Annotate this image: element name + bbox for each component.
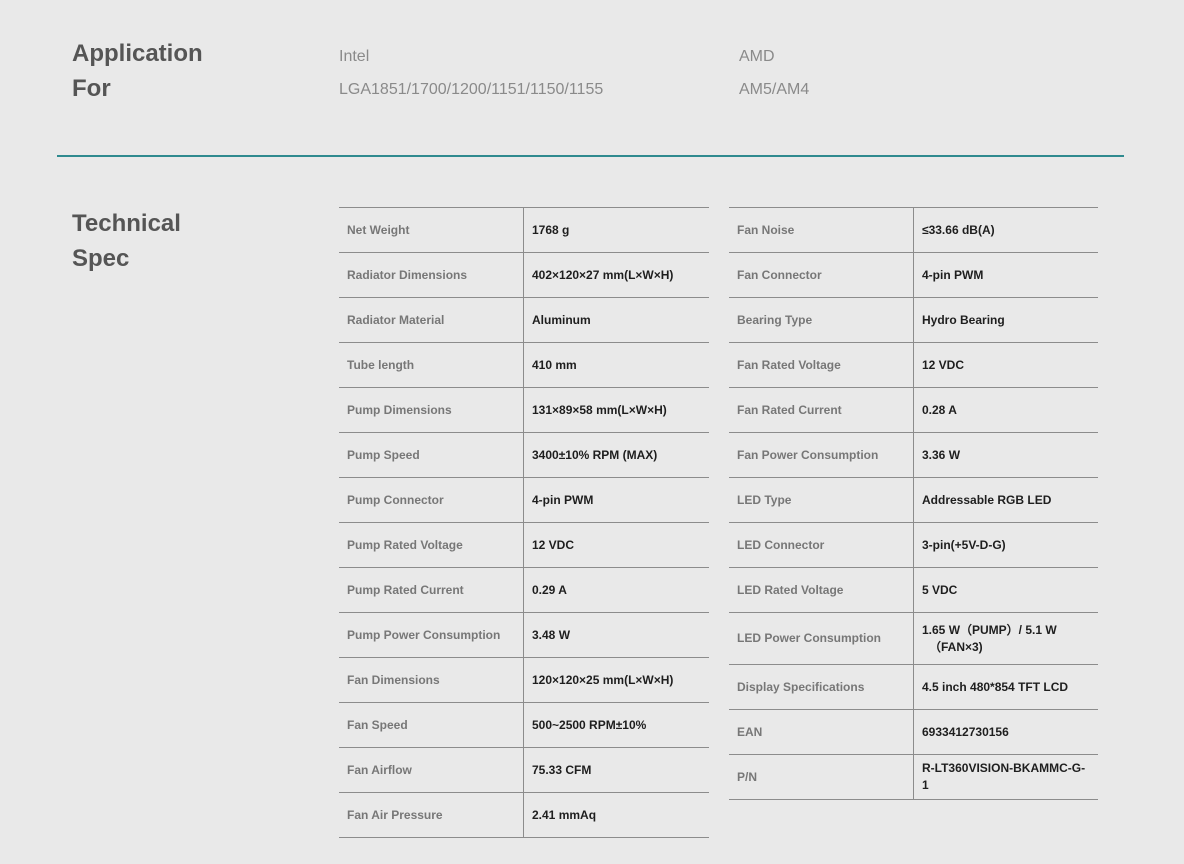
spec-value: Aluminum <box>532 312 591 327</box>
technical-title-line2: Spec <box>72 245 130 272</box>
intel-compatibility: Intel LGA1851/1700/1200/1151/1150/1155 <box>339 45 603 102</box>
spec-row: Bearing Type Hydro Bearing <box>729 297 1098 343</box>
spec-value: Addressable RGB LED <box>922 492 1052 507</box>
spec-label: Fan Power Consumption <box>729 432 914 478</box>
spec-label: Pump Connector <box>339 477 524 523</box>
spec-label: EAN <box>729 709 914 755</box>
spec-value: 0.28 A <box>922 402 957 417</box>
spec-label: Pump Power Consumption <box>339 612 524 658</box>
spec-value: 75.33 CFM <box>532 762 592 777</box>
spec-row: Fan Power Consumption 3.36 W <box>729 432 1098 478</box>
spec-row: EAN 6933412730156 <box>729 709 1098 755</box>
amd-compatibility: AMD AM5/AM4 <box>739 45 809 102</box>
spec-value: 4-pin PWM <box>922 267 984 282</box>
spec-value: 2.41 mmAq <box>532 807 597 822</box>
section-divider <box>57 155 1124 157</box>
spec-label: LED Power Consumption <box>729 612 914 665</box>
spec-label: Radiator Material <box>339 297 524 343</box>
spec-value: 3.36 W <box>922 447 961 462</box>
application-title-line2: For <box>72 75 111 102</box>
spec-value: 1768 g <box>532 222 570 237</box>
spec-label: Tube length <box>339 342 524 388</box>
spec-label: Fan Speed <box>339 702 524 748</box>
intel-label: Intel <box>339 48 370 65</box>
spec-label: Fan Airflow <box>339 747 524 793</box>
spec-value-line1: 1.65 W（PUMP）/ 5.1 W <box>922 622 1057 637</box>
spec-value: 3-pin(+5V-D-G) <box>922 537 1006 552</box>
spec-value: 3400±10% RPM (MAX) <box>532 447 658 462</box>
spec-value: 4.5 inch 480*854 TFT LCD <box>922 679 1069 694</box>
spec-label: Fan Air Pressure <box>339 792 524 838</box>
spec-value: 0.29 A <box>532 582 567 597</box>
spec-value: ≤33.66 dB(A) <box>922 222 995 237</box>
spec-row: Pump Rated Voltage 12 VDC <box>339 522 709 568</box>
spec-value: 410 mm <box>532 357 577 372</box>
spec-label: P/N <box>729 754 914 800</box>
amd-sockets: AM5/AM4 <box>739 81 810 98</box>
spec-row: Radiator Dimensions 402×120×27 mm(L×W×H) <box>339 252 709 298</box>
spec-row: Fan Speed 500~2500 RPM±10% <box>339 702 709 748</box>
spec-label: Pump Speed <box>339 432 524 478</box>
spec-label: Display Specifications <box>729 664 914 710</box>
spec-row: Fan Airflow 75.33 CFM <box>339 747 709 793</box>
spec-value: 1.65 W（PUMP）/ 5.1 W （FAN×3) <box>914 613 1099 665</box>
spec-value: 6933412730156 <box>922 724 1009 739</box>
spec-row: Display Specifications 4.5 inch 480*854 T… <box>729 664 1098 710</box>
spec-row: LED Connector 3-pin(+5V-D-G) <box>729 522 1098 568</box>
spec-label: Fan Noise <box>729 207 914 253</box>
spec-row: Radiator Material Aluminum <box>339 297 709 343</box>
spec-label: Fan Dimensions <box>339 657 524 703</box>
spec-value: 3.48 W <box>532 627 571 642</box>
amd-label: AMD <box>739 48 775 65</box>
spec-row: Fan Dimensions 120×120×25 mm(L×W×H) <box>339 657 709 703</box>
technical-spec-title: Technical Spec <box>72 206 181 276</box>
spec-row: Fan Rated Voltage 12 VDC <box>729 342 1098 388</box>
spec-row: LED Rated Voltage 5 VDC <box>729 567 1098 613</box>
spec-label: Bearing Type <box>729 297 914 343</box>
spec-label: Pump Rated Voltage <box>339 522 524 568</box>
spec-row: Tube length 410 mm <box>339 342 709 388</box>
spec-label: Net Weight <box>339 207 524 253</box>
spec-row: Pump Power Consumption 3.48 W <box>339 612 709 658</box>
spec-label: Pump Rated Current <box>339 567 524 613</box>
spec-row: P/N R-LT360VISION-BKAMMC-G-1 <box>729 754 1098 800</box>
spec-label: Fan Rated Voltage <box>729 342 914 388</box>
spec-value-line2: （FAN×3) <box>929 639 983 654</box>
spec-label: Fan Rated Current <box>729 387 914 433</box>
spec-row: Fan Air Pressure 2.41 mmAq <box>339 792 709 838</box>
spec-label: Radiator Dimensions <box>339 252 524 298</box>
spec-value: 120×120×25 mm(L×W×H) <box>532 672 674 687</box>
spec-page: Application For Intel LGA1851/1700/1200/… <box>0 0 1184 864</box>
spec-value: R-LT360VISION-BKAMMC-G-1 <box>922 761 1086 792</box>
spec-row: Pump Speed 3400±10% RPM (MAX) <box>339 432 709 478</box>
spec-row: Fan Connector 4-pin PWM <box>729 252 1098 298</box>
spec-row: Pump Connector 4-pin PWM <box>339 477 709 523</box>
spec-label: LED Rated Voltage <box>729 567 914 613</box>
spec-value: 500~2500 RPM±10% <box>532 717 647 732</box>
application-title-line1: Application <box>72 40 203 67</box>
spec-value: 12 VDC <box>532 537 575 552</box>
spec-label: Pump Dimensions <box>339 387 524 433</box>
spec-value: Hydro Bearing <box>922 312 1005 327</box>
spec-row: Fan Rated Current 0.28 A <box>729 387 1098 433</box>
spec-table-left: Net Weight 1768 g Radiator Dimensions 402×… <box>339 207 709 838</box>
spec-value: 131×89×58 mm(L×W×H) <box>532 402 667 417</box>
spec-value: 5 VDC <box>922 582 958 597</box>
spec-value: 402×120×27 mm(L×W×H) <box>532 267 674 282</box>
intel-sockets: LGA1851/1700/1200/1151/1150/1155 <box>339 81 604 98</box>
spec-row: Pump Dimensions 131×89×58 mm(L×W×H) <box>339 387 709 433</box>
spec-label: Fan Connector <box>729 252 914 298</box>
application-for-title: Application For <box>72 36 203 106</box>
technical-title-line1: Technical <box>72 210 181 237</box>
spec-row: Net Weight 1768 g <box>339 207 709 253</box>
spec-value: 12 VDC <box>922 357 965 372</box>
spec-row: Pump Rated Current 0.29 A <box>339 567 709 613</box>
spec-table-right: Fan Noise ≤33.66 dB(A) Fan Connector 4-pin… <box>729 207 1098 800</box>
spec-label: LED Type <box>729 477 914 523</box>
spec-row: Fan Noise ≤33.66 dB(A) <box>729 207 1098 253</box>
spec-row: LED Power Consumption 1.65 W（PUMP）/ 5.1 … <box>729 612 1099 665</box>
spec-value: 4-pin PWM <box>532 492 594 507</box>
spec-label: LED Connector <box>729 522 914 568</box>
spec-row: LED Type Addressable RGB LED <box>729 477 1098 523</box>
